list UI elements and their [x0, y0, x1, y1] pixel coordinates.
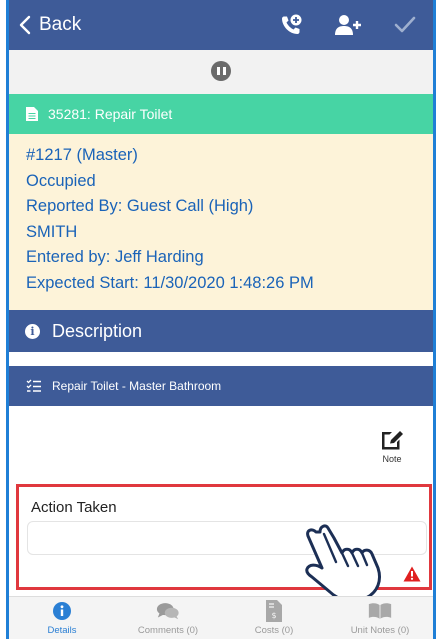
timer-bar: [9, 50, 433, 94]
pause-icon-bar: [216, 67, 220, 75]
app-screen: Back 35281: Repair Toilet #1217 (Master)…: [0, 0, 436, 639]
tab-details-label: Details: [47, 625, 77, 636]
tab-unit-notes[interactable]: Unit Notes (0): [327, 597, 433, 639]
action-taken-label: Action Taken: [31, 499, 117, 516]
bottom-tab-bar: Details Comments (0) $ Costs (0) Unit No…: [9, 596, 433, 639]
entered-by-line: Entered by: Jeff Harding: [26, 248, 204, 267]
hand-pointer-icon: [305, 524, 381, 603]
unit-line: #1217 (Master): [26, 146, 138, 164]
edit-note-icon: [382, 431, 403, 450]
info-icon: i: [25, 323, 40, 339]
info-icon: [50, 601, 74, 621]
description-spacer: [9, 352, 433, 366]
pause-icon-bar: [222, 67, 226, 75]
complete-button[interactable]: [391, 12, 419, 38]
chevron-left-icon: [19, 15, 31, 35]
pause-button[interactable]: [211, 61, 231, 81]
work-order-header: 35281: Repair Toilet: [9, 94, 433, 134]
document-icon: [26, 107, 38, 121]
phone-plus-icon: [282, 14, 302, 34]
tab-details[interactable]: Details: [9, 597, 115, 639]
work-order-details: #1217 (Master) Occupied Reported By: Gue…: [9, 134, 433, 310]
note-label: Note: [382, 454, 402, 464]
comments-icon: [156, 601, 180, 621]
reported-by-line: Reported By: Guest Call (High): [26, 197, 254, 216]
task-row[interactable]: Repair Toilet - Master Bathroom: [9, 366, 433, 406]
description-header: i Description: [9, 310, 433, 352]
add-user-icon: [335, 15, 361, 35]
tab-costs-label: Costs (0): [254, 625, 294, 636]
back-label: Back: [39, 14, 82, 35]
occupancy-line: Occupied: [26, 171, 96, 190]
checkmark-icon: [394, 16, 416, 33]
add-call-button[interactable]: [277, 12, 305, 38]
checklist-icon: [26, 379, 41, 392]
book-icon: [368, 601, 392, 621]
back-button[interactable]: Back: [19, 12, 81, 38]
work-order-title: 35281: Repair Toilet: [48, 106, 173, 122]
description-label: Description: [52, 320, 143, 341]
guest-name-line: SMITH: [26, 222, 78, 241]
tab-comments[interactable]: Comments (0): [115, 597, 221, 639]
svg-text:$: $: [271, 611, 276, 620]
warning-icon: [403, 566, 421, 582]
tab-comments-label: Comments (0): [137, 625, 199, 636]
top-nav-bar: Back: [9, 0, 433, 50]
costs-icon: $: [262, 600, 286, 622]
note-button[interactable]: Note: [374, 428, 410, 472]
expected-start-line: Expected Start: 11/30/2020 1:48:26 PM: [26, 273, 314, 292]
task-label: Repair Toilet - Master Bathroom: [52, 379, 222, 393]
tab-unit-notes-label: Unit Notes (0): [350, 625, 410, 636]
add-user-button[interactable]: [334, 12, 362, 38]
tab-costs[interactable]: $ Costs (0): [221, 597, 327, 639]
